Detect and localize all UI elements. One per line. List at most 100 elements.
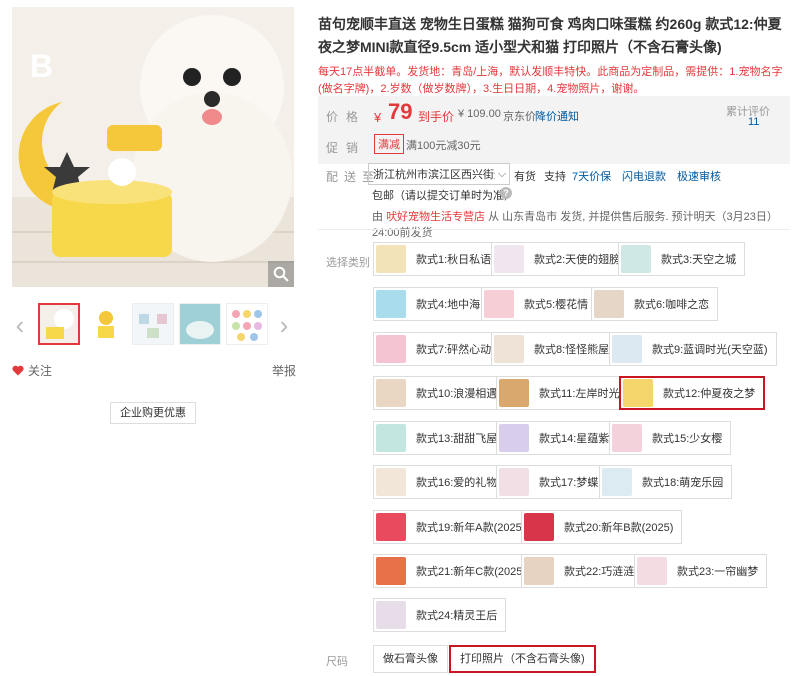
style-option-15[interactable]: 款式15:少女樱	[609, 421, 732, 455]
style-thumb	[623, 379, 653, 407]
price-panel: 价格 ¥ 79 到手价 ¥ 109.00 京东价 降价通知 累计评价 11 促销…	[318, 96, 790, 164]
style-thumb	[376, 557, 406, 585]
style-option-label: 款式2:天使的翅膀	[534, 254, 621, 266]
thumbnail-prev-arrow[interactable]: ‹	[12, 312, 28, 338]
style-option-11[interactable]: 款式11:左岸时光	[496, 376, 629, 410]
style-thumb	[499, 379, 529, 407]
style-option-19[interactable]: 款式19:新年A款(2025)	[373, 510, 535, 544]
enterprise-purchase-button[interactable]: 企业购更优惠	[110, 402, 196, 424]
style-option-17[interactable]: 款式17:梦蝶	[496, 465, 608, 499]
style-thumb	[376, 601, 406, 629]
style-option-label: 款式13:甜甜飞屋	[416, 433, 498, 445]
style-option-label: 款式10:浪漫相遇	[416, 388, 498, 400]
style-option-label: 款式4:地中海	[416, 299, 481, 311]
style-option-label: 款式3:天空之城	[661, 254, 737, 266]
shipper-prefix: 由	[372, 211, 383, 223]
price-currency: ¥	[374, 110, 382, 125]
thumbnail-2[interactable]	[85, 303, 127, 345]
original-price: ¥ 109.00	[458, 108, 501, 120]
shipper-info: 由 吠好宠物生活专营店 从 山东青岛市 发货, 并提供售后服务. 预计明天（3月…	[372, 208, 800, 240]
style-option-label: 款式16:爱的礼物	[416, 477, 498, 489]
style-option-10[interactable]: 款式10:浪漫相遇	[373, 376, 507, 410]
product-title: 苗句宠顺丰直送 宠物生日蛋糕 猫狗可食 鸡肉口味蛋糕 约260g 款式12:仲夏…	[318, 16, 782, 55]
style-thumb	[602, 468, 632, 496]
size-label: 尺码	[326, 656, 348, 668]
thumbnail-4[interactable]	[179, 303, 221, 345]
style-thumb	[499, 424, 529, 452]
size-option-print-photo[interactable]: 打印照片（不含石膏头像)	[449, 645, 596, 673]
price-drop-notify-link[interactable]: 降价通知	[535, 108, 579, 124]
chevron-down-icon: ⌵	[497, 167, 507, 180]
style-option-label: 款式17:梦蝶	[539, 477, 599, 489]
thumbnail-3[interactable]	[132, 303, 174, 345]
address-selector[interactable]: 浙江杭州市滨江区西兴街道 ⌵	[368, 163, 510, 185]
style-option-5[interactable]: 款式5:樱花情	[481, 287, 598, 321]
style-option-6[interactable]: 款式6:咖啡之恋	[591, 287, 719, 321]
section-divider	[318, 229, 790, 230]
style-thumb	[524, 513, 554, 541]
style-thumb	[494, 335, 524, 363]
style-thumb	[376, 513, 406, 541]
main-product-image[interactable]: B	[12, 7, 294, 287]
magnifier-icon	[273, 266, 289, 282]
style-option-label: 款式22:巧涟涟	[564, 566, 635, 578]
style-option-label: 款式6:咖啡之恋	[634, 299, 710, 311]
style-option-16[interactable]: 款式16:爱的礼物	[373, 465, 507, 499]
promotion-text: 满100元减30元	[406, 140, 481, 152]
style-option-label: 款式8:怪怪熊屋	[534, 344, 610, 356]
style-option-13[interactable]: 款式13:甜甜飞屋	[373, 421, 507, 455]
style-option-2[interactable]: 款式2:天使的翅膀	[491, 242, 630, 276]
price-value: 79	[388, 99, 413, 124]
style-option-label: 款式20:新年B款(2025)	[564, 522, 674, 534]
thumbnail-strip: ‹ ›	[12, 303, 294, 347]
follow-button[interactable]: 关注	[12, 362, 52, 379]
service-flash-refund[interactable]: 闪电退款	[622, 168, 666, 184]
style-option-22[interactable]: 款式22:巧涟涟	[521, 554, 644, 588]
style-thumb	[376, 424, 406, 452]
style-option-7[interactable]: 款式7:砰然心动	[373, 332, 501, 366]
style-option-8[interactable]: 款式8:怪怪熊屋	[491, 332, 619, 366]
style-option-21[interactable]: 款式21:新年C款(2025)	[373, 554, 536, 588]
style-option-14[interactable]: 款式14:星蕴紫	[496, 421, 619, 455]
product-subtitle: 每天17点半截单。发货地：青岛/上海，默认发顺丰特快。此商品为定制品，需提供：1…	[318, 66, 783, 95]
zoom-button[interactable]	[268, 261, 294, 287]
style-option-label: 款式19:新年A款(2025)	[416, 522, 526, 534]
service-fast-review[interactable]: 极速审核	[677, 168, 721, 184]
style-option-label: 款式11:左岸时光	[539, 388, 620, 400]
style-thumb	[376, 335, 406, 363]
service-price-protect[interactable]: 7天价保	[572, 168, 611, 184]
price-label: 价格	[326, 110, 367, 124]
style-option-12[interactable]: 款式12:仲夏夜之梦	[619, 376, 766, 410]
style-option-24[interactable]: 款式24:精灵王后	[373, 598, 507, 632]
style-option-23[interactable]: 款式23:一帘幽梦	[634, 554, 768, 588]
review-count-link[interactable]: 11	[748, 116, 759, 128]
style-option-20[interactable]: 款式20:新年B款(2025)	[521, 510, 683, 544]
support-label: 支持	[544, 171, 566, 183]
style-option-label: 款式5:樱花情	[524, 299, 589, 311]
style-option-label: 款式18:萌宠乐园	[642, 477, 724, 489]
style-thumb	[376, 290, 406, 318]
style-thumb	[621, 245, 651, 273]
thumbnail-next-arrow[interactable]: ›	[276, 312, 292, 338]
style-thumb	[612, 335, 642, 363]
shop-link[interactable]: 吠好宠物生活专营店	[386, 211, 485, 223]
style-option-label: 款式9:蓝调时光(天空蓝)	[652, 344, 768, 356]
style-option-3[interactable]: 款式3:天空之城	[618, 242, 746, 276]
report-link[interactable]: 举报	[272, 362, 296, 379]
style-option-label: 款式1:秋日私语	[416, 254, 492, 266]
choose-category-label: 选择类别	[326, 257, 370, 269]
style-option-label: 款式24:精灵王后	[416, 610, 498, 622]
style-option-4[interactable]: 款式4:地中海	[373, 287, 490, 321]
style-thumb	[524, 557, 554, 585]
thumbnail-1[interactable]	[38, 303, 80, 345]
style-option-9[interactable]: 款式9:蓝调时光(天空蓝)	[609, 332, 777, 366]
style-option-label: 款式21:新年C款(2025)	[416, 566, 527, 578]
help-icon[interactable]: ?	[500, 187, 512, 199]
style-thumb	[499, 468, 529, 496]
style-thumb	[376, 379, 406, 407]
size-option-plaster[interactable]: 做石膏头像	[373, 645, 448, 673]
style-option-1[interactable]: 款式1:秋日私语	[373, 242, 501, 276]
style-option-18[interactable]: 款式18:萌宠乐园	[599, 465, 733, 499]
after-hand-label: 到手价	[418, 110, 455, 124]
thumbnail-5[interactable]	[226, 303, 268, 345]
